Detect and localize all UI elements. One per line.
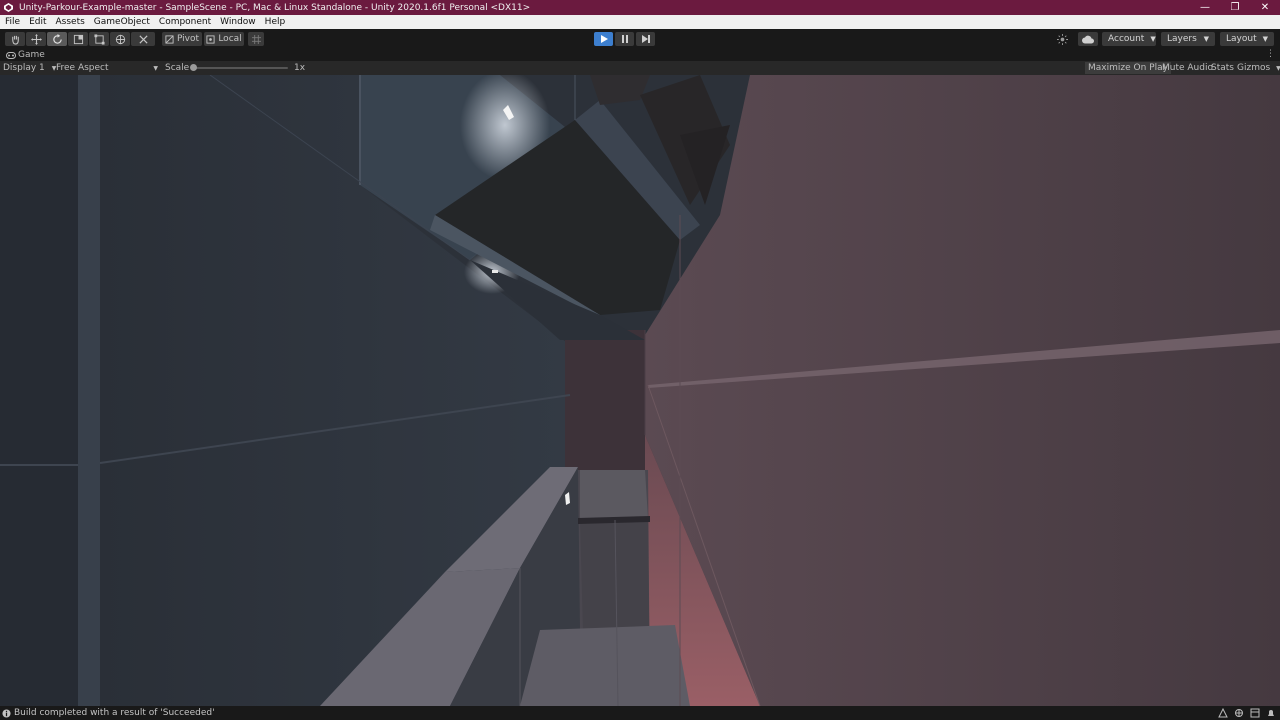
status-message: Build completed with a result of 'Succee… [14, 708, 215, 718]
hand-tool-button[interactable] [5, 32, 25, 46]
sun-icon [1056, 33, 1068, 45]
menu-gameobject[interactable]: GameObject [89, 17, 154, 27]
aspect-dropdown[interactable]: Free Aspect ▼ [56, 61, 158, 75]
layout-icon[interactable] [1250, 708, 1260, 718]
play-button[interactable] [594, 32, 613, 46]
menu-bar: File Edit Assets GameObject Component Wi… [0, 15, 1280, 29]
game-tab-bar: Game ⋮ [0, 49, 1280, 61]
layout-label: Layout [1226, 34, 1257, 44]
tools-icon [138, 34, 148, 44]
step-icon [641, 35, 650, 43]
move-tool-button[interactable] [26, 32, 46, 46]
game-tab-label: Game [18, 50, 45, 60]
gamepad-icon [6, 51, 16, 59]
restore-button[interactable]: ❐ [1220, 0, 1250, 15]
display-dropdown[interactable]: Display 1 ▼ [3, 61, 56, 75]
caret-down-icon: ▼ [153, 64, 158, 72]
collab-button[interactable] [1078, 32, 1098, 46]
transform-tool-button[interactable] [110, 32, 130, 46]
title-bar: Unity-Parkour-Example-master - SampleSce… [0, 0, 1280, 15]
game-tab[interactable]: Game [6, 50, 45, 60]
caret-down-icon: ▼ [1262, 35, 1268, 43]
menu-edit[interactable]: Edit [24, 17, 50, 27]
custom-tool-button[interactable] [131, 32, 155, 46]
grid-snap-button[interactable] [248, 32, 264, 46]
gizmos-dropdown[interactable]: Gizmos ▼ [1234, 62, 1280, 74]
rotate-icon [52, 33, 62, 44]
account-label: Account [1108, 34, 1145, 44]
grid-icon [251, 34, 261, 44]
game-viewport[interactable] [0, 75, 1280, 706]
status-bar: Build completed with a result of 'Succee… [0, 706, 1280, 720]
menu-file[interactable]: File [0, 17, 24, 27]
more-options-icon[interactable]: ⋮ [1266, 49, 1275, 59]
pivot-toggle[interactable]: Pivot [162, 32, 202, 46]
layout-dropdown[interactable]: Layout ▼ [1220, 32, 1274, 46]
move-arrows-icon [30, 33, 42, 45]
transform-icon [115, 34, 125, 44]
pivot-label: Pivot [176, 34, 200, 44]
console-message[interactable]: Build completed with a result of 'Succee… [2, 708, 215, 718]
scale-label: Scale [165, 63, 190, 73]
progress-icon[interactable] [1218, 708, 1228, 718]
scale-value: 1x [294, 63, 306, 73]
local-icon [206, 34, 215, 44]
scene-render [0, 75, 1280, 706]
gizmos-label: Gizmos [1237, 63, 1271, 73]
menu-assets[interactable]: Assets [51, 17, 89, 27]
rect-tool-button[interactable] [89, 32, 109, 46]
minimize-button[interactable]: — [1190, 0, 1220, 15]
scale-tool-button[interactable] [68, 32, 88, 46]
menu-window[interactable]: Window [215, 17, 260, 27]
aspect-label: Free Aspect [56, 63, 109, 73]
scale-slider-track[interactable] [192, 67, 288, 69]
caret-down-icon: ▼ [1150, 35, 1156, 43]
game-view-controls: Display 1 ▼ Free Aspect ▼ Scale 1x Maxim… [0, 61, 1280, 75]
info-icon [2, 708, 11, 718]
hand-icon [11, 35, 19, 45]
close-button[interactable]: ✕ [1250, 0, 1280, 15]
display-label: Display 1 [3, 63, 45, 73]
caret-down-icon: ▼ [1276, 64, 1280, 72]
layers-dropdown[interactable]: Layers ▼ [1161, 32, 1215, 46]
local-toggle[interactable]: Local [204, 32, 244, 46]
layers-label: Layers [1167, 34, 1197, 44]
scale-slider-thumb[interactable] [190, 64, 197, 71]
menu-help[interactable]: Help [260, 17, 290, 27]
stats-toggle[interactable]: Stats [1208, 62, 1237, 74]
debug-icon[interactable] [1234, 708, 1244, 718]
step-button[interactable] [636, 32, 655, 46]
pivot-icon [165, 34, 174, 44]
scale-icon [73, 34, 83, 44]
main-toolbar: Pivot Local Account ▼ Layers ▼ Layout ▼ [0, 29, 1280, 50]
menu-component[interactable]: Component [154, 17, 215, 27]
cloud-icon [1082, 35, 1094, 43]
notification-icon[interactable] [1266, 708, 1276, 718]
account-dropdown[interactable]: Account ▼ [1102, 32, 1156, 46]
unity-logo-icon [3, 3, 13, 13]
rotate-tool-button[interactable] [47, 32, 67, 46]
caret-down-icon: ▼ [1203, 35, 1209, 43]
services-button[interactable] [1052, 32, 1072, 46]
window-title: Unity-Parkour-Example-master - SampleSce… [19, 2, 531, 13]
rect-icon [93, 33, 105, 45]
play-icon [600, 35, 608, 43]
pause-icon [621, 35, 628, 43]
pause-button[interactable] [615, 32, 634, 46]
local-label: Local [218, 34, 242, 44]
